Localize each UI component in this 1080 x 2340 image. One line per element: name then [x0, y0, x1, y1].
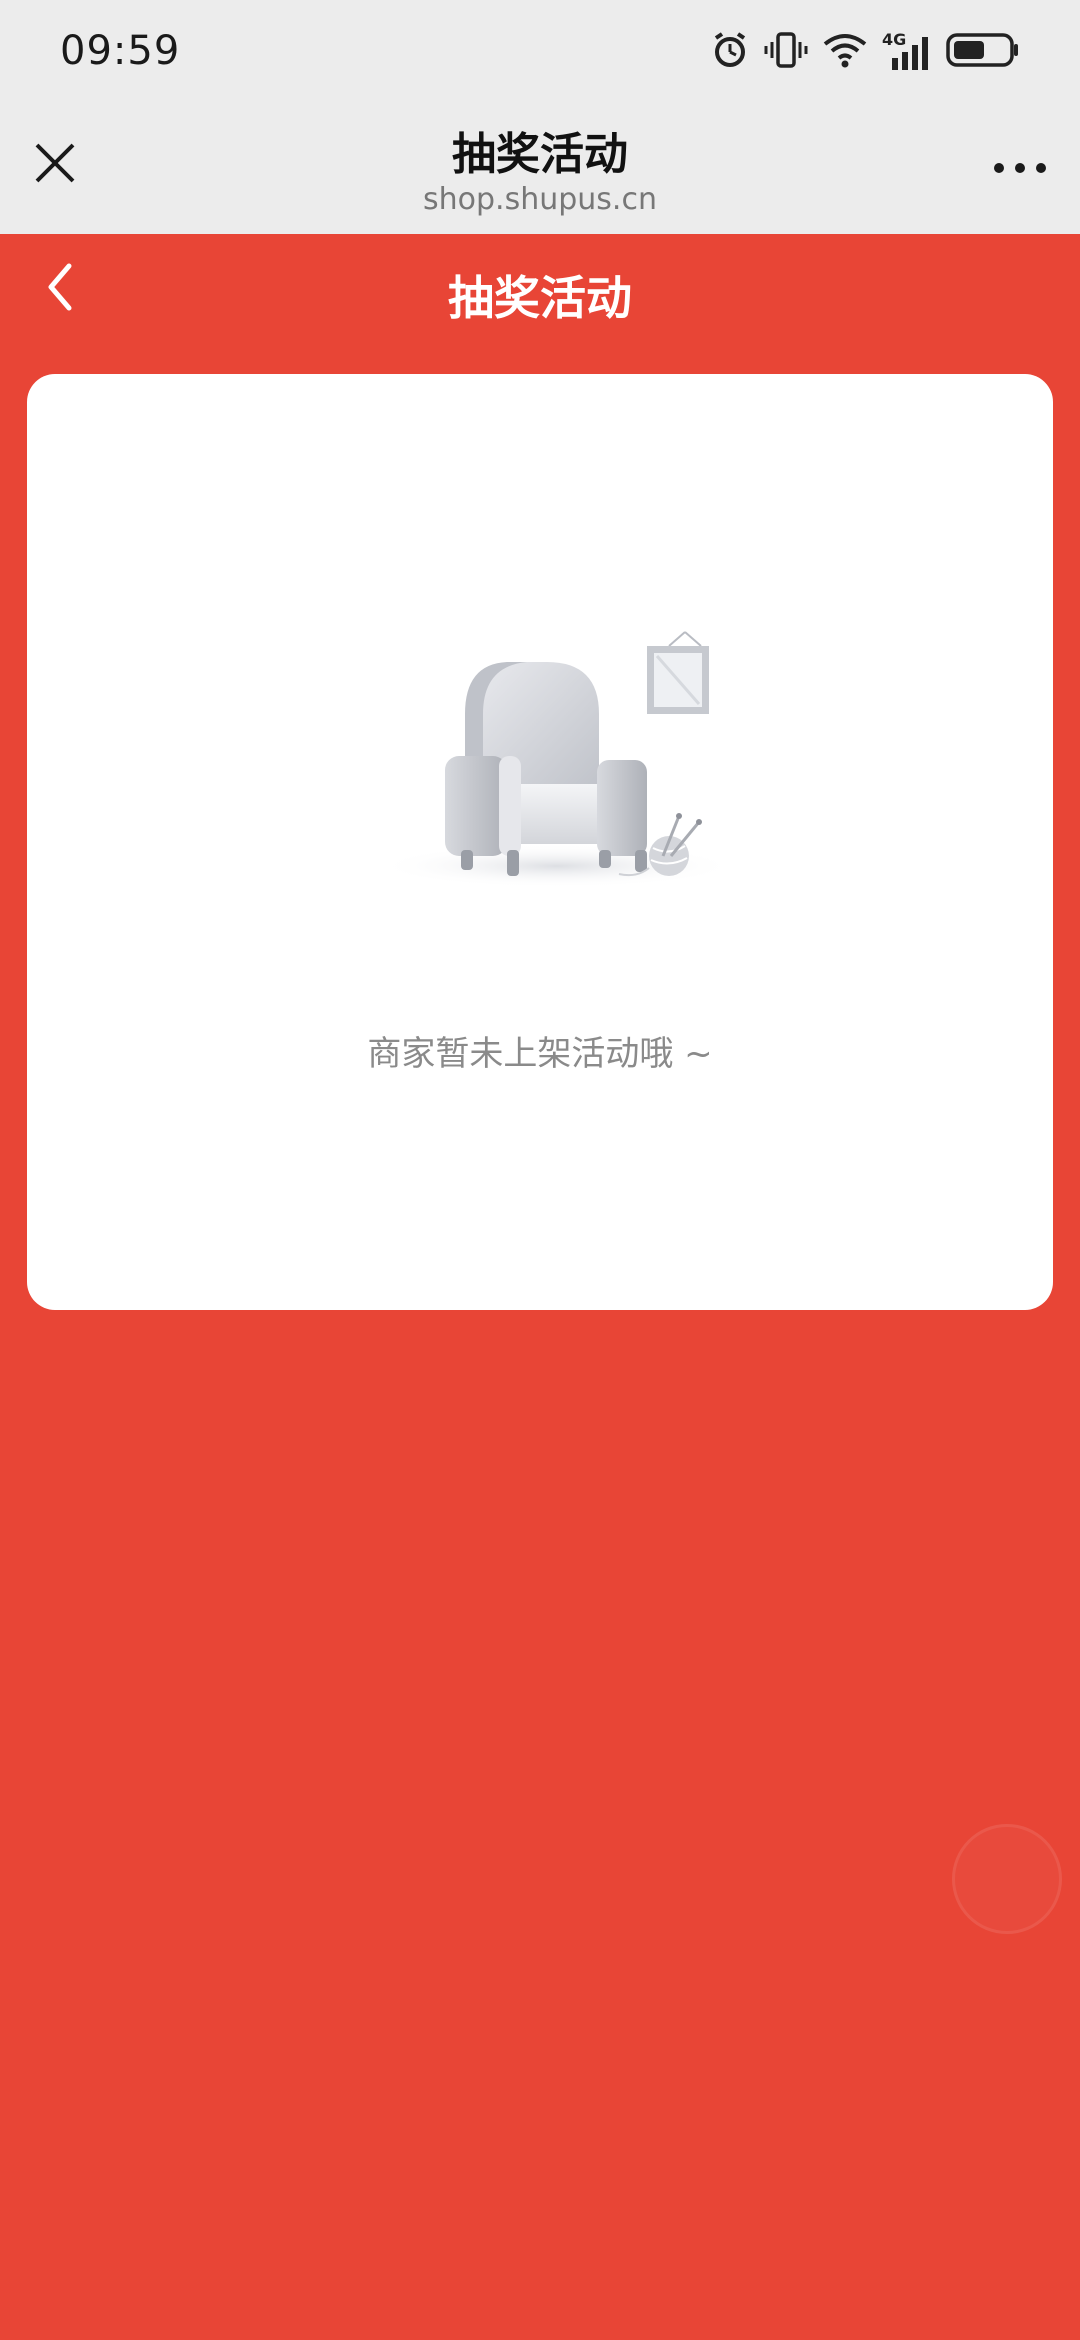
more-dots-icon — [993, 159, 1047, 178]
alarm-icon — [710, 30, 750, 74]
empty-state-message: 商家暂未上架活动哦 ~ — [367, 1034, 713, 1074]
more-button[interactable] — [990, 148, 1050, 188]
empty-armchair-illustration — [377, 594, 737, 914]
floating-action-button[interactable] — [952, 1824, 1062, 1934]
empty-state-card: 商家暂未上架活动哦 ~ — [27, 374, 1053, 1310]
page-title: 抽奖活动 — [448, 271, 632, 325]
wifi-icon — [822, 30, 868, 74]
status-time: 09:59 — [60, 28, 181, 74]
cellular-signal-icon: 4G — [882, 30, 932, 72]
webview-bar: 抽奖活动 shop.shupus.cn — [0, 100, 1080, 234]
webview-url: shop.shupus.cn — [423, 182, 657, 217]
vibrate-icon — [764, 30, 808, 74]
webview-title: 抽奖活动 — [452, 129, 628, 180]
status-bar: 09:59 4G — [0, 0, 1080, 100]
status-icons: 4G — [710, 28, 1020, 76]
page-header: 抽奖活动 — [0, 234, 1080, 344]
battery-icon — [946, 30, 1020, 74]
